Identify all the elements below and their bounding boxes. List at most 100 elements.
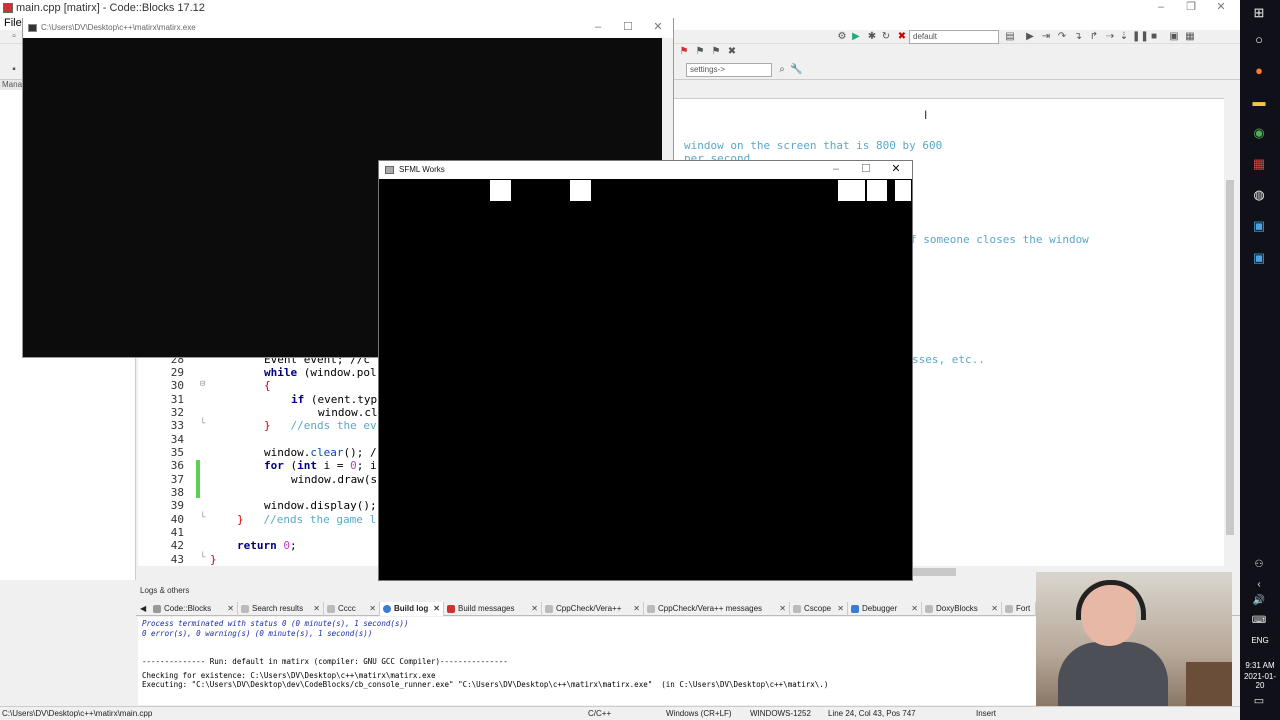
- code-brace: }: [237, 513, 244, 526]
- bookmark-clear-icon[interactable]: ✖: [726, 46, 738, 58]
- close-icon[interactable]: ✕: [1206, 0, 1236, 16]
- keyboard-icon[interactable]: ⌨: [1250, 612, 1268, 630]
- headphones: [1076, 580, 1146, 620]
- run-to-cursor-icon[interactable]: ⇥: [1040, 31, 1052, 43]
- maximize-icon[interactable]: ☐: [851, 162, 881, 178]
- build-target-select[interactable]: default: [909, 30, 999, 44]
- close-icon[interactable]: ✕: [881, 162, 911, 178]
- cortana-icon[interactable]: ○: [1250, 31, 1268, 49]
- debug-windows-icon[interactable]: ▣: [1168, 31, 1180, 43]
- start-windows-icon[interactable]: ⊞: [1250, 4, 1268, 22]
- tab-build-log[interactable]: Build log ✕: [380, 602, 444, 616]
- bookmark-next-icon[interactable]: ⚑: [710, 46, 722, 58]
- clock-date[interactable]: 2021-01-20: [1240, 672, 1280, 690]
- tab-cccc[interactable]: Cccc ✕: [324, 602, 380, 616]
- app-icon[interactable]: ▣: [1250, 217, 1268, 235]
- code-line: while (window.pol: [264, 366, 377, 379]
- close-icon[interactable]: ✕: [643, 20, 673, 36]
- step-instruction-icon[interactable]: ⇣: [1118, 31, 1130, 43]
- tab-cppcheck[interactable]: CppCheck/Vera++ ✕: [542, 602, 644, 616]
- build-run-icon[interactable]: ✱: [866, 31, 878, 43]
- tab-label: CppCheck/Vera++: [556, 604, 622, 613]
- line-number: 37: [170, 473, 184, 486]
- abort-icon[interactable]: ✖: [896, 31, 908, 43]
- code-number: 0: [350, 459, 357, 472]
- debug-run-icon[interactable]: ▶: [1024, 31, 1036, 43]
- close-icon[interactable]: ✕: [633, 602, 640, 616]
- new-file-icon[interactable]: ▫: [8, 31, 20, 43]
- settings-select[interactable]: settings->: [686, 63, 772, 77]
- restore-icon[interactable]: ❐: [1176, 0, 1206, 16]
- language-indicator[interactable]: ENG: [1240, 636, 1280, 645]
- code-keyword: if: [291, 393, 305, 406]
- close-icon[interactable]: ✕: [779, 602, 786, 616]
- minimize-icon[interactable]: –: [821, 162, 851, 178]
- close-icon[interactable]: ✕: [911, 602, 918, 616]
- tab-doxyblocks[interactable]: DoxyBlocks ✕: [922, 602, 1002, 616]
- tab-cscope[interactable]: Cscope ✕: [790, 602, 848, 616]
- console-title-bar[interactable]: C:\Users\DV\Desktop\c++\matirx\matirx.ex…: [23, 18, 673, 38]
- sfml-window[interactable]: [378, 160, 913, 581]
- file-explorer-icon[interactable]: ▬: [1250, 93, 1268, 111]
- people-icon[interactable]: ⚇: [1250, 556, 1268, 574]
- debugger-icon: [851, 605, 859, 613]
- fold-marker-icon[interactable]: ⊟: [200, 379, 208, 389]
- step-out-icon[interactable]: ↱: [1088, 31, 1100, 43]
- tab-build-messages[interactable]: Build messages ✕: [444, 602, 542, 616]
- line-number: 31: [170, 393, 184, 406]
- tab-debugger[interactable]: Debugger ✕: [848, 602, 922, 616]
- code-brace: }: [264, 419, 271, 432]
- notification-icon[interactable]: ▭: [1250, 692, 1268, 710]
- next-instruction-icon[interactable]: ⇢: [1104, 31, 1116, 43]
- line-number: 42: [170, 539, 184, 552]
- editor-vertical-scrollbar[interactable]: [1224, 98, 1236, 568]
- minimize-icon[interactable]: –: [583, 20, 613, 36]
- stop-debug-icon[interactable]: ■: [1148, 31, 1160, 43]
- close-icon[interactable]: ✕: [531, 602, 538, 616]
- wrench-icon[interactable]: 🔧: [790, 64, 802, 76]
- tab-codeblocks[interactable]: Code::Blocks ✕: [150, 602, 238, 616]
- code-line: {: [264, 379, 271, 392]
- close-icon[interactable]: ✕: [369, 602, 376, 616]
- scrollbar-thumb[interactable]: [1226, 180, 1234, 535]
- tab-scroll-left-icon[interactable]: ◀: [140, 602, 150, 616]
- codeblocks-taskbar-icon[interactable]: ▣: [1250, 249, 1268, 267]
- rebuild-icon[interactable]: ↻: [880, 31, 892, 43]
- close-icon[interactable]: ✕: [991, 602, 998, 616]
- bookmark-toggle-icon[interactable]: ⚑: [678, 46, 690, 58]
- build-log-icon: [383, 605, 391, 613]
- code-line: if (event.typ: [291, 393, 377, 406]
- info-icon[interactable]: ▦: [1184, 31, 1196, 43]
- tab-search-results[interactable]: Search results ✕: [238, 602, 324, 616]
- minimize-icon[interactable]: –: [1146, 0, 1176, 16]
- office-icon[interactable]: ▦: [1250, 155, 1268, 173]
- code-comment: //ends the game l: [263, 513, 377, 526]
- change-bar: [196, 460, 200, 498]
- code-line: window.display();: [264, 499, 377, 512]
- next-line-icon[interactable]: ↷: [1056, 31, 1068, 43]
- chrome-icon[interactable]: ◉: [1250, 124, 1268, 142]
- tab-cppcheck-messages[interactable]: CppCheck/Vera++ messages ✕: [644, 602, 790, 616]
- menu-file[interactable]: File: [4, 17, 22, 29]
- close-icon[interactable]: ✕: [433, 602, 440, 616]
- line-number: 43: [170, 553, 184, 566]
- clock-time[interactable]: 9:31 AM: [1240, 661, 1280, 670]
- close-icon[interactable]: ✕: [227, 602, 234, 616]
- show-select-target-icon[interactable]: ▤: [1004, 31, 1016, 43]
- sfml-title-bar[interactable]: SFML Works – ☐ ✕: [379, 161, 912, 179]
- close-icon[interactable]: ✕: [313, 602, 320, 616]
- step-into-icon[interactable]: ↴: [1072, 31, 1084, 43]
- obs-icon[interactable]: ◍: [1250, 186, 1268, 204]
- build-gear-icon[interactable]: ⚙: [836, 31, 848, 43]
- tab-fortran[interactable]: Fort: [1002, 602, 1036, 616]
- maximize-icon[interactable]: ☐: [613, 20, 643, 36]
- line-number: 41: [170, 526, 184, 539]
- bookmark-prev-icon[interactable]: ⚑: [694, 46, 706, 58]
- pause-icon[interactable]: ❚❚: [1132, 31, 1149, 43]
- close-icon[interactable]: ✕: [837, 602, 844, 616]
- volume-icon[interactable]: 🔊: [1250, 592, 1268, 610]
- line-number: 29: [170, 366, 184, 379]
- firefox-icon[interactable]: ●: [1250, 62, 1268, 80]
- run-icon[interactable]: ▶: [850, 31, 862, 43]
- jump-icon[interactable]: ⌕: [776, 64, 788, 76]
